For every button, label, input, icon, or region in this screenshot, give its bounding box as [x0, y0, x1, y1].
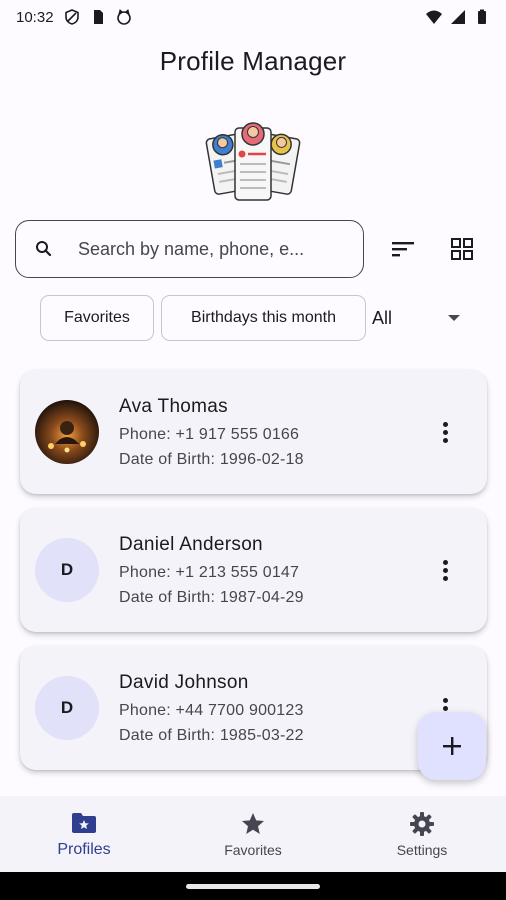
search-icon: [36, 241, 52, 257]
system-gesture-bar: [0, 872, 506, 900]
profile-name: Ava Thomas: [119, 396, 228, 417]
star-icon: [239, 810, 267, 838]
home-gesture-handle[interactable]: [186, 884, 320, 889]
nav-label-profiles: Profiles: [57, 841, 111, 858]
avatar: D: [35, 676, 99, 740]
wifi-icon: [426, 10, 442, 24]
avatar-photo: [35, 400, 99, 464]
chevron-down-icon: [448, 315, 460, 321]
profile-name: David Johnson: [119, 672, 249, 693]
gear-icon: [408, 810, 436, 838]
battery-icon: [478, 9, 486, 24]
chip-birthdays-this-month[interactable]: Birthdays this month: [161, 295, 366, 341]
signal-icon: [451, 10, 465, 24]
more-options-button[interactable]: [433, 554, 457, 586]
status-bar: 10:32: [0, 0, 506, 34]
status-time: 10:32: [16, 8, 54, 26]
profile-card[interactable]: D David Johnson Phone: +44 7700 900123 D…: [20, 646, 487, 770]
sim-card-icon: [93, 10, 103, 24]
sort-icon: [392, 242, 414, 257]
sort-button[interactable]: [383, 229, 423, 269]
nav-label-settings: Settings: [396, 842, 448, 858]
more-options-button[interactable]: [433, 416, 457, 448]
nav-item-profiles[interactable]: Profiles: [0, 796, 168, 872]
profiles-illustration: [205, 122, 301, 201]
profile-card[interactable]: D Daniel Anderson Phone: +1 213 555 0147…: [20, 508, 487, 632]
grid-view-button[interactable]: [442, 229, 482, 269]
add-profile-button[interactable]: [418, 712, 486, 780]
profile-phone: Phone: +1 213 555 0147: [119, 564, 300, 581]
bottom-navigation: Profiles Favorites Settings: [0, 796, 506, 872]
search-placeholder: Search by name, phone, e...: [78, 238, 305, 259]
search-input[interactable]: Search by name, phone, e...: [15, 220, 364, 278]
cat-icon: [116, 9, 131, 25]
shield-icon: [64, 9, 79, 25]
nav-label-favorites: Favorites: [224, 842, 282, 858]
avatar: D: [35, 538, 99, 602]
nav-item-favorites[interactable]: Favorites: [169, 796, 337, 872]
filter-dropdown[interactable]: All: [372, 296, 468, 340]
plus-icon: [443, 737, 461, 755]
nav-item-settings[interactable]: Settings: [338, 796, 506, 872]
profile-phone: Phone: +44 7700 900123: [119, 702, 304, 719]
profile-dob: Date of Birth: 1985-03-22: [119, 727, 304, 744]
status-icons-right: [426, 9, 490, 25]
profile-dob: Date of Birth: 1987-04-29: [119, 589, 304, 606]
profile-name: Daniel Anderson: [119, 534, 263, 555]
grid-view-icon: [451, 238, 473, 260]
chip-favorites[interactable]: Favorites: [40, 295, 154, 341]
profile-dob: Date of Birth: 1996-02-18: [119, 451, 304, 468]
folder-star-icon: [70, 809, 98, 837]
page-title: Profile Manager: [159, 46, 347, 76]
status-icons-left: [64, 9, 132, 25]
profile-card[interactable]: Ava Thomas Phone: +1 917 555 0166 Date o…: [20, 370, 487, 494]
avatar: [35, 400, 99, 464]
profile-phone: Phone: +1 917 555 0166: [119, 426, 300, 443]
filter-dropdown-value: All: [372, 307, 393, 328]
